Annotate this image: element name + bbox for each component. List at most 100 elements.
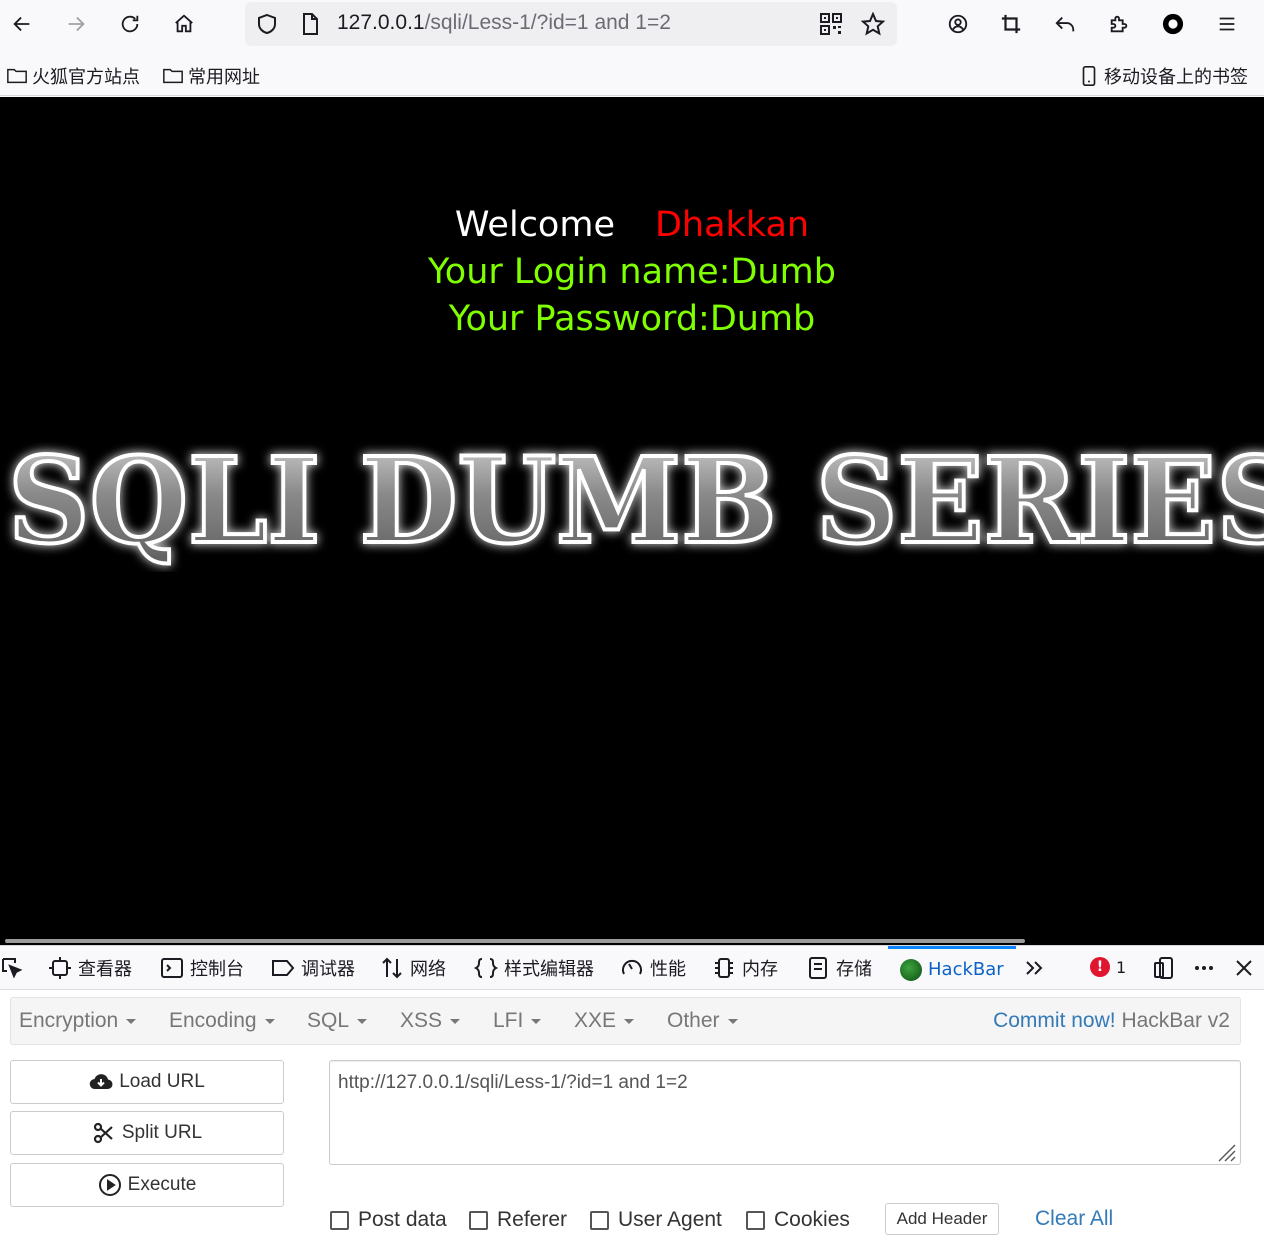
split-url-label: Split URL (121, 1122, 203, 1143)
more-tabs-button[interactable] (1022, 946, 1046, 990)
split-url-button[interactable]: Split URL (10, 1111, 284, 1155)
error-icon: ! (1090, 957, 1110, 977)
star-icon[interactable] (861, 12, 885, 36)
load-url-button[interactable]: Load URL (10, 1060, 284, 1104)
menu-xxe[interactable]: XXE (574, 1009, 635, 1033)
resize-grip-icon[interactable] (1214, 1140, 1236, 1162)
bookmark-firefox-official[interactable]: 火狐官方站点 (6, 63, 140, 89)
tab-label: 内存 (742, 959, 778, 980)
mobile-bookmarks[interactable]: 移动设备上的书签 (1078, 63, 1248, 89)
undo-icon (1055, 16, 1075, 32)
tab-debugger[interactable]: 调试器 (271, 946, 355, 990)
cloud-download-icon (89, 1074, 113, 1090)
menu-encryption[interactable]: Encryption (19, 1009, 137, 1033)
post-data-checkbox[interactable]: Post data (330, 1208, 447, 1232)
account-button[interactable] (940, 6, 976, 42)
checkbox-box[interactable] (746, 1210, 765, 1230)
menu-xss[interactable]: XSS (400, 1009, 461, 1033)
chevron-double-right-icon (1026, 961, 1043, 975)
play-circle-icon (98, 1174, 121, 1196)
reload-button[interactable] (112, 6, 148, 42)
tab-performance[interactable]: 性能 (620, 946, 686, 990)
performance-icon (622, 959, 642, 975)
clear-all-link[interactable]: Clear All (1035, 1207, 1113, 1231)
menu-lfi[interactable]: LFI (493, 1009, 542, 1033)
hackbar-panel: Encryption Encoding SQL XSS LFI XXE Othe… (0, 990, 1264, 1258)
caret-down-icon (531, 1018, 542, 1024)
checkbox-box[interactable] (330, 1210, 349, 1230)
tab-console[interactable]: 控制台 (160, 946, 244, 990)
checkbox-label: Referer (497, 1208, 568, 1231)
url-bar[interactable]: 127.0.0.1/sqli/Less-1/?id=1 and 1=2 (245, 2, 897, 46)
sqli-dumb-series-banner: SQLI DUMB SERIES (6, 432, 1264, 572)
referer-checkbox[interactable]: Referer (469, 1208, 567, 1232)
devtools-options-button[interactable] (1192, 946, 1216, 990)
tab-memory[interactable]: 内存 (712, 946, 778, 990)
tab-network[interactable]: 网络 (380, 946, 446, 990)
bookmark-common-sites[interactable]: 常用网址 (162, 63, 260, 89)
add-header-button[interactable]: Add Header (885, 1203, 999, 1235)
mobile-bookmarks-label: 移动设备上的书签 (1104, 67, 1248, 88)
menu-button[interactable] (1209, 6, 1245, 42)
qr-code-icon[interactable] (819, 12, 843, 36)
home-icon (175, 14, 193, 33)
caret-down-icon (727, 1018, 738, 1024)
home-button[interactable] (166, 6, 202, 42)
error-count: 1 (1116, 957, 1127, 977)
screenshot-button[interactable] (993, 6, 1029, 42)
element-picker-button[interactable] (0, 946, 24, 990)
responsive-icon (1154, 957, 1173, 979)
hamburger-icon (1219, 17, 1235, 31)
bookmark-label: 常用网址 (188, 67, 260, 88)
debugger-icon (272, 960, 295, 976)
close-icon (1236, 960, 1252, 976)
back-button[interactable] (4, 6, 40, 42)
page-info-icon[interactable] (298, 12, 322, 36)
devtools-tabbar: 查看器 控制台 调试器 网络 样式编辑器 性能 内存 存储 HackBar ! … (0, 945, 1264, 990)
picker-icon (2, 958, 23, 979)
horizontal-scrollbar[interactable] (5, 939, 1025, 943)
checkbox-box[interactable] (469, 1210, 488, 1230)
account-icon (948, 14, 968, 34)
forward-button[interactable] (58, 6, 94, 42)
error-count-badge[interactable]: ! 1 (1090, 957, 1126, 977)
folder-icon (163, 68, 183, 84)
user-agent-checkbox[interactable]: User Agent (590, 1208, 722, 1232)
cookies-checkbox[interactable]: Cookies (746, 1208, 850, 1232)
page-content: Welcome Dhakkan Your Login name:Dumb Your… (0, 97, 1264, 945)
tab-storage[interactable]: 存储 (806, 946, 872, 990)
inspector-icon (49, 957, 71, 979)
tab-label: 存储 (836, 959, 872, 980)
welcome-line: Welcome Dhakkan (0, 205, 1264, 245)
url-textarea[interactable]: http://127.0.0.1/sqli/Less-1/?id=1 and 1… (329, 1060, 1241, 1165)
browser-toolbar: 127.0.0.1/sqli/Less-1/?id=1 and 1=2 (0, 0, 1264, 52)
tab-style-editor[interactable]: 样式编辑器 (474, 946, 594, 990)
menu-sql[interactable]: SQL (307, 1009, 368, 1033)
shield-icon[interactable] (255, 12, 279, 36)
url-text[interactable]: 127.0.0.1/sqli/Less-1/?id=1 and 1=2 (337, 11, 671, 35)
checkbox-label: User Agent (618, 1208, 722, 1231)
bookmarks-bar: 火狐官方站点 常用网址 移动设备上的书签 (0, 52, 1264, 96)
reload-icon (121, 15, 139, 33)
tab-inspector[interactable]: 查看器 (48, 946, 132, 990)
checkbox-label: Post data (358, 1208, 447, 1231)
load-url-label: Load URL (119, 1071, 205, 1092)
tab-label: 样式编辑器 (504, 959, 594, 980)
undo-button[interactable] (1047, 6, 1083, 42)
close-devtools-button[interactable] (1232, 946, 1256, 990)
caret-down-icon (450, 1018, 461, 1024)
profile-button[interactable] (1155, 6, 1191, 42)
responsive-design-button[interactable] (1152, 946, 1176, 990)
checkbox-label: Cookies (774, 1208, 850, 1231)
storage-icon (809, 957, 827, 979)
menu-other[interactable]: Other (667, 1009, 738, 1033)
checkbox-box[interactable] (590, 1210, 609, 1230)
tab-hackbar[interactable]: HackBar (888, 946, 1016, 990)
execute-button[interactable]: Execute (10, 1163, 284, 1207)
extensions-button[interactable] (1101, 6, 1137, 42)
tab-label: 性能 (650, 959, 686, 980)
tab-label: HackBar (928, 959, 1004, 980)
commit-now-link[interactable]: Commit now! (993, 1009, 1116, 1032)
commit-info: Commit now! HackBar v2 (993, 1009, 1230, 1033)
menu-encoding[interactable]: Encoding (169, 1009, 275, 1033)
